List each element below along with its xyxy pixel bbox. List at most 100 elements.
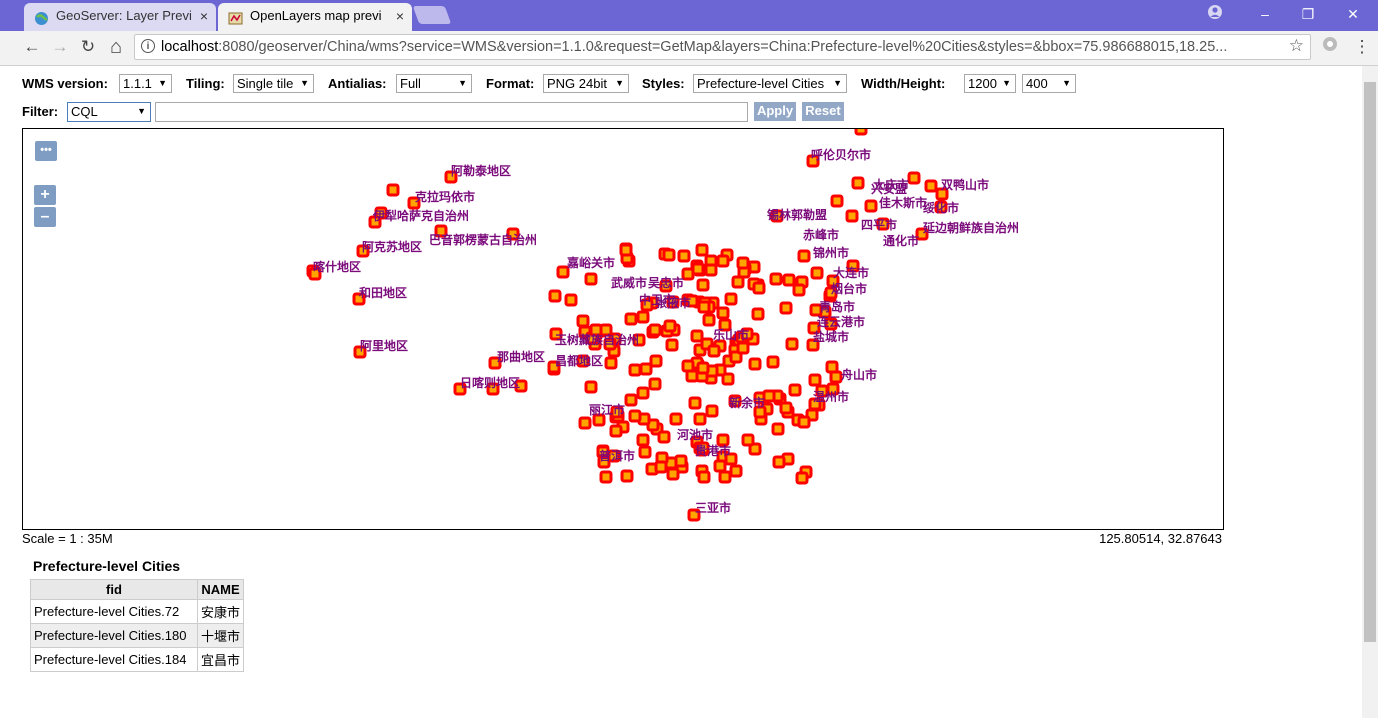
minimize-button[interactable]: – (1242, 4, 1288, 26)
city-marker[interactable] (788, 383, 802, 397)
city-marker[interactable] (657, 430, 671, 444)
city-marker[interactable] (697, 300, 711, 314)
city-marker[interactable] (548, 289, 562, 303)
filter-input[interactable] (155, 102, 748, 122)
city-marker[interactable] (782, 273, 796, 287)
city-marker[interactable] (576, 314, 590, 328)
city-marker[interactable] (638, 445, 652, 459)
city-marker[interactable] (649, 354, 663, 368)
city-marker[interactable] (564, 293, 578, 307)
city-marker[interactable] (697, 470, 711, 484)
city-marker[interactable] (691, 262, 705, 276)
city-marker[interactable] (808, 373, 822, 387)
city-marker[interactable] (785, 337, 799, 351)
forward-button[interactable]: → (48, 35, 72, 59)
city-marker[interactable] (907, 171, 921, 185)
wms-version-select[interactable]: 1.1.1 ▼ (119, 74, 172, 93)
map-canvas[interactable]: 阿勒泰地区克拉玛依市伊犁哈萨克自治州巴音郭楞蒙古自治州阿克苏地区喀什地区和田地区… (23, 129, 1223, 529)
city-marker[interactable] (628, 363, 642, 377)
tiling-select[interactable]: Single tile ▼ (233, 74, 314, 93)
city-marker[interactable] (619, 243, 633, 257)
city-marker[interactable] (851, 176, 865, 190)
city-marker[interactable] (797, 249, 811, 263)
city-marker[interactable] (662, 248, 676, 262)
city-marker[interactable] (636, 310, 650, 324)
city-marker[interactable] (654, 460, 668, 474)
city-marker[interactable] (690, 329, 704, 343)
city-marker[interactable] (584, 380, 598, 394)
city-marker[interactable] (736, 256, 750, 270)
city-marker[interactable] (624, 393, 638, 407)
back-button[interactable]: ← (20, 35, 44, 59)
city-marker[interactable] (666, 467, 680, 481)
city-marker[interactable] (681, 359, 695, 373)
city-marker[interactable] (599, 470, 613, 484)
city-marker[interactable] (762, 389, 776, 403)
city-marker[interactable] (669, 412, 683, 426)
city-marker[interactable] (636, 386, 650, 400)
city-marker[interactable] (696, 361, 710, 375)
reload-button[interactable]: ↻ (76, 35, 100, 59)
styles-select[interactable]: Prefecture-level Cities ▼ (693, 74, 847, 93)
city-marker[interactable] (741, 433, 755, 447)
city-marker[interactable] (639, 362, 653, 376)
zoom-in-button[interactable]: + (34, 185, 56, 205)
city-marker[interactable] (779, 401, 793, 415)
extension-icon[interactable] (1318, 35, 1342, 59)
city-marker[interactable] (674, 454, 688, 468)
city-marker[interactable] (810, 266, 824, 280)
home-button[interactable]: ⌂ (104, 35, 128, 59)
city-marker[interactable] (705, 404, 719, 418)
city-marker[interactable] (648, 323, 662, 337)
city-marker[interactable] (624, 312, 638, 326)
city-marker[interactable] (663, 319, 677, 333)
city-marker[interactable] (751, 307, 765, 321)
reset-button[interactable]: Reset (802, 102, 844, 121)
city-marker[interactable] (609, 424, 623, 438)
city-marker[interactable] (386, 183, 400, 197)
tab-geoserver-layer-preview[interactable]: GeoServer: Layer Previ × (24, 3, 216, 31)
zoom-out-button[interactable]: – (34, 207, 56, 227)
city-marker[interactable] (771, 422, 785, 436)
city-marker[interactable] (707, 344, 721, 358)
tab-close-icon[interactable]: × (200, 3, 208, 29)
city-marker[interactable] (752, 281, 766, 295)
city-marker[interactable] (628, 409, 642, 423)
bookmark-star-icon[interactable]: ☆ (1289, 36, 1304, 56)
city-marker[interactable] (696, 278, 710, 292)
city-marker[interactable] (772, 455, 786, 469)
city-marker[interactable] (604, 356, 618, 370)
city-marker[interactable] (797, 415, 811, 429)
tab-close-icon[interactable]: × (396, 3, 404, 29)
city-marker[interactable] (766, 355, 780, 369)
filter-type-select[interactable]: CQL ▼ (67, 102, 151, 122)
city-marker[interactable] (748, 357, 762, 371)
city-marker[interactable] (695, 243, 709, 257)
city-marker[interactable] (718, 470, 732, 484)
city-marker[interactable] (924, 179, 938, 193)
city-marker[interactable] (731, 275, 745, 289)
city-marker[interactable] (736, 341, 750, 355)
antialias-select[interactable]: Full ▼ (396, 74, 472, 93)
map-viewport[interactable]: 阿勒泰地区 克拉玛依市 伊犁哈萨克自治州 巴音郭楞蒙古自治州 阿克苏地区 喀什地区 和田地区… (22, 128, 1224, 530)
city-marker[interactable] (845, 209, 859, 223)
info-icon[interactable]: i (141, 39, 155, 53)
city-marker[interactable] (716, 306, 730, 320)
height-select[interactable]: 400 ▼ (1022, 74, 1076, 93)
city-marker[interactable] (724, 292, 738, 306)
city-marker[interactable] (795, 471, 809, 485)
city-marker[interactable] (864, 199, 878, 213)
new-tab-button[interactable] (412, 6, 452, 24)
city-marker[interactable] (713, 459, 727, 473)
city-marker[interactable] (584, 272, 598, 286)
city-marker[interactable] (769, 272, 783, 286)
city-marker[interactable] (854, 129, 868, 136)
city-marker[interactable] (636, 433, 650, 447)
city-marker[interactable] (792, 283, 806, 297)
address-bar[interactable]: i localhost:8080/geoserver/China/wms?ser… (134, 34, 1311, 60)
city-marker[interactable] (716, 254, 730, 268)
city-marker[interactable] (688, 396, 702, 410)
scrollbar-thumb[interactable] (1364, 82, 1376, 642)
tab-openlayers-map-preview[interactable]: OpenLayers map previ × (218, 3, 412, 31)
width-select[interactable]: 1200 ▼ (964, 74, 1016, 93)
